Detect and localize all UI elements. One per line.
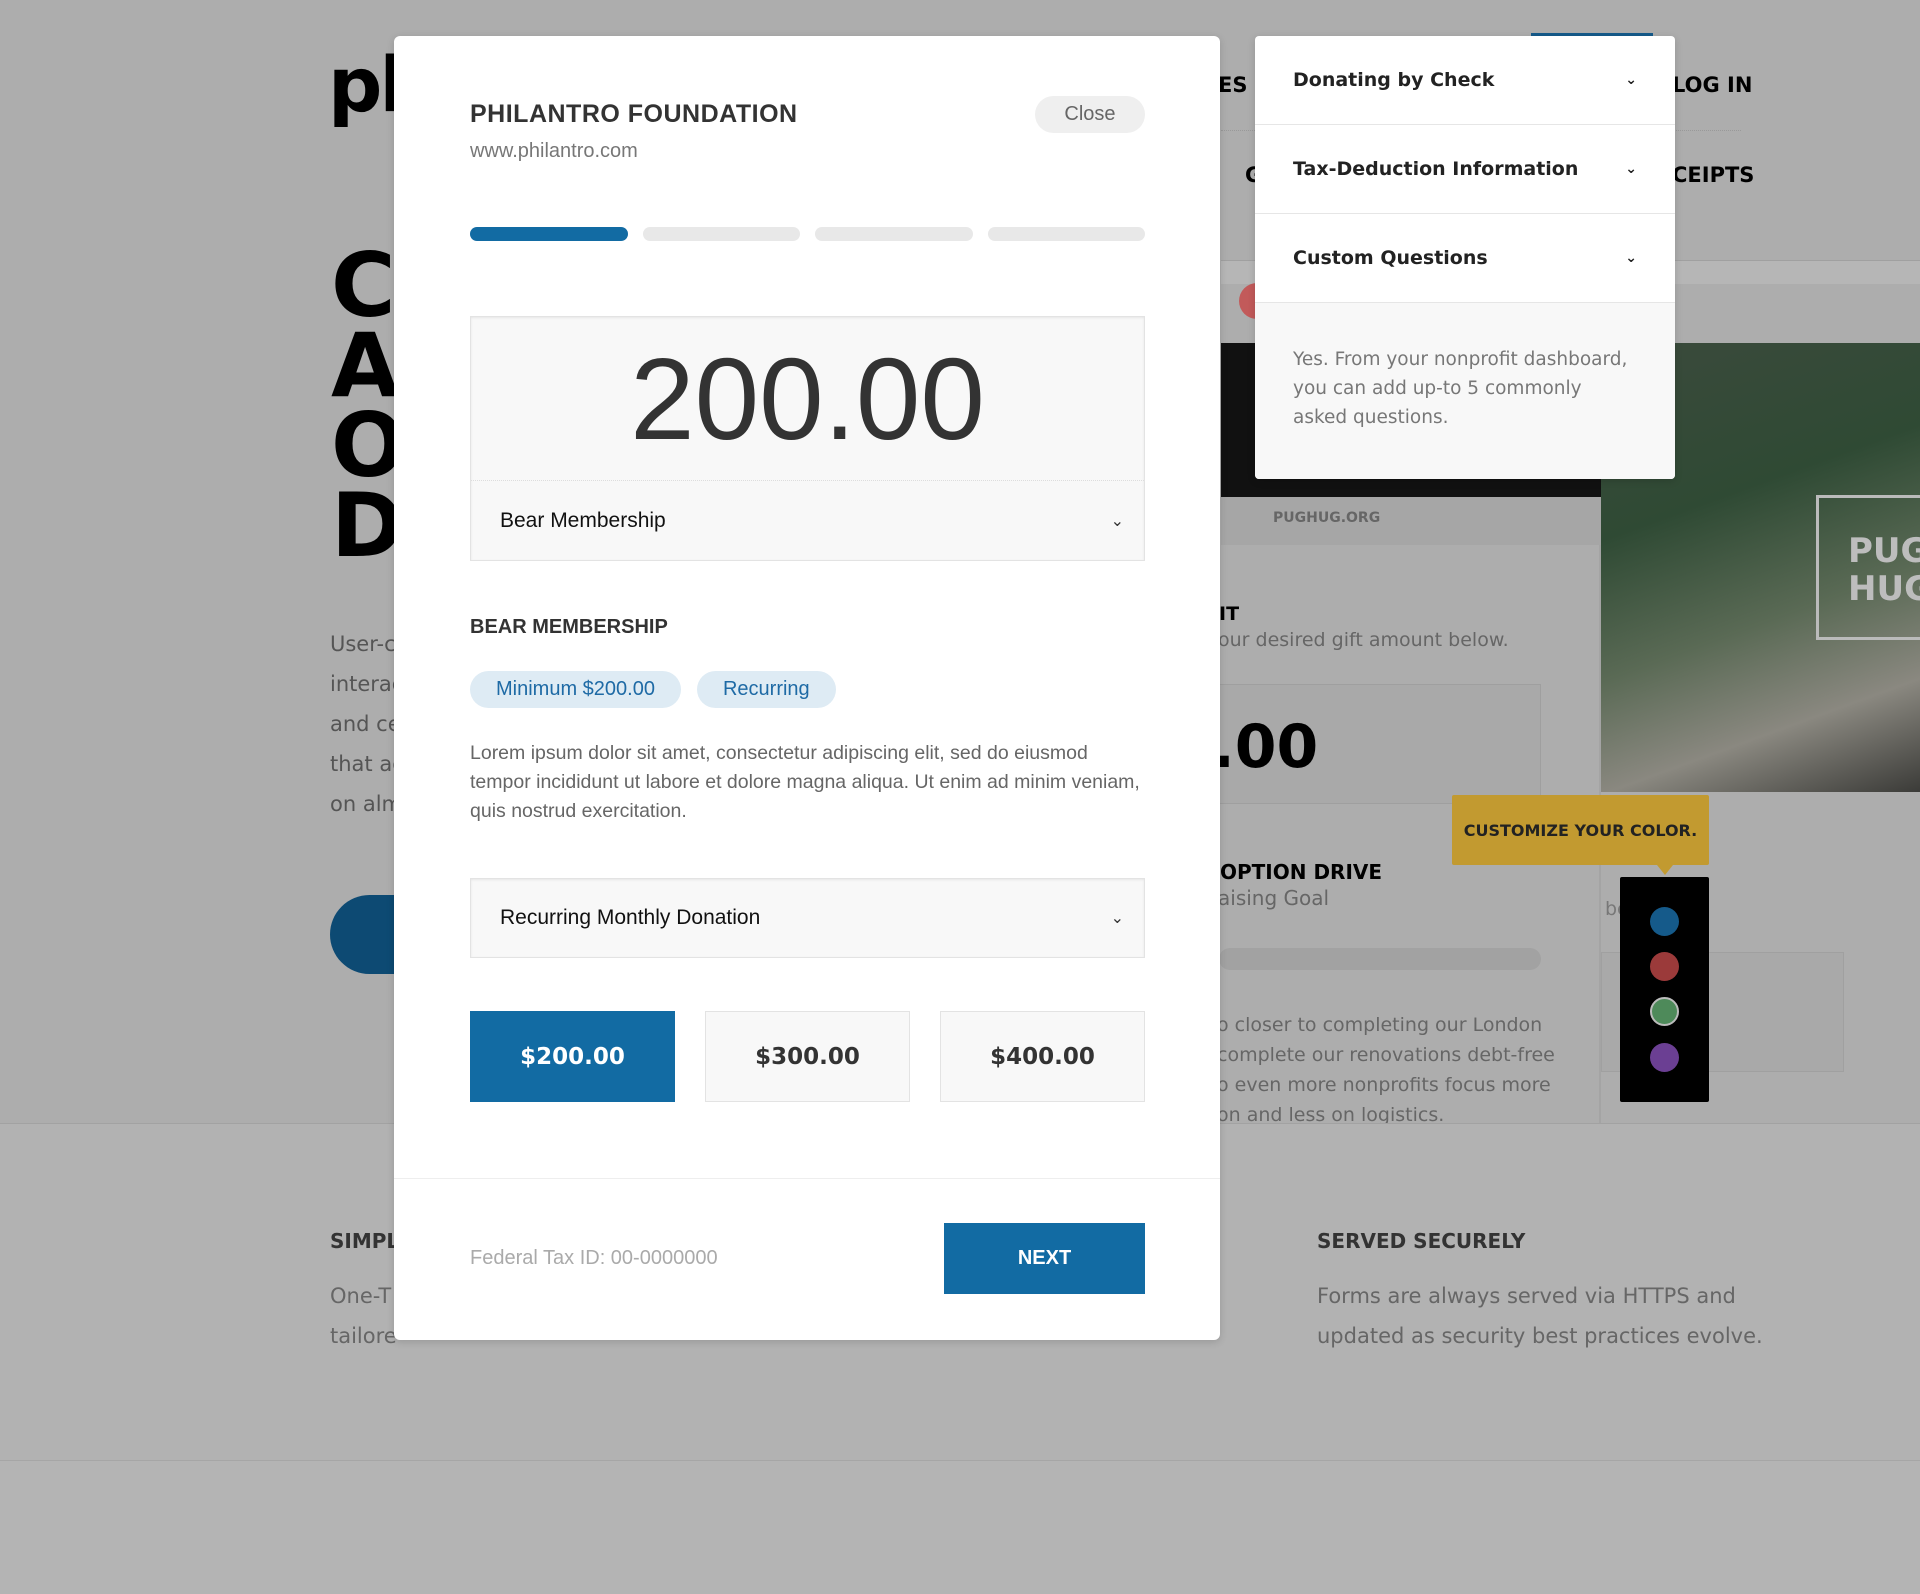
- feature-text: Forms are always served via HTTPS and up…: [1317, 1276, 1763, 1356]
- demo-site-name: PUGHUG.ORG: [1273, 510, 1381, 526]
- color-swatch-purple[interactable]: [1650, 1043, 1679, 1072]
- step-indicator: [815, 227, 973, 241]
- demo-body: o closer to completing our London comple…: [1217, 1010, 1555, 1130]
- recurring-chip: Recurring: [696, 671, 836, 708]
- amount-options: $200.00 $300.00 $400.00: [470, 1011, 1145, 1102]
- demo-drive-goal: aising Goal: [1218, 886, 1330, 910]
- close-button[interactable]: Close: [1035, 96, 1145, 133]
- feature-line: updated as security best practices evolv…: [1317, 1324, 1763, 1348]
- hero-text: User-c: [330, 632, 396, 656]
- hero-text: that ac: [330, 752, 404, 776]
- donation-modal: PHILANTRO FOUNDATION www.philantro.com C…: [394, 36, 1220, 1340]
- feature-line: One-T: [330, 1284, 392, 1308]
- hero-text: and ce: [330, 712, 401, 736]
- modal-footer-divider: [394, 1178, 1220, 1179]
- footer-section: [0, 1460, 1920, 1594]
- hero-text: interac: [330, 672, 404, 696]
- color-swatch-blue[interactable]: [1650, 907, 1679, 936]
- chevron-down-icon: ⌄: [1110, 512, 1124, 530]
- faq-item-tax-deduction[interactable]: Tax-Deduction Information ⌄: [1255, 125, 1675, 214]
- frequency-select[interactable]: Recurring Monthly Donation ⌄: [470, 878, 1145, 958]
- demo-body-line: o even more nonprofits focus more: [1217, 1074, 1551, 1096]
- demo-subheading: our desired gift amount below.: [1218, 629, 1509, 651]
- nav-receipts[interactable]: CEIPTS: [1672, 163, 1754, 187]
- step-indicator: [642, 227, 800, 241]
- faq-item-label: Custom Questions: [1293, 247, 1488, 269]
- faq-item-donating-by-check[interactable]: Donating by Check ⌄: [1255, 36, 1675, 125]
- color-swatch-red[interactable]: [1650, 952, 1679, 981]
- modal-title: PHILANTRO FOUNDATION: [470, 100, 798, 128]
- feature-text: One-T tailore: [330, 1276, 397, 1356]
- demo-body-line: complete our renovations debt-free: [1217, 1044, 1555, 1066]
- feature-title: SERVED SECURELY: [1317, 1229, 1526, 1253]
- membership-tags: Minimum $200.00 Recurring: [470, 671, 836, 708]
- membership-select-value: Bear Membership: [500, 508, 666, 532]
- demo-body-line: o closer to completing our London: [1217, 1014, 1543, 1036]
- faq-item-label: Tax-Deduction Information: [1293, 158, 1579, 180]
- amount-input[interactable]: 200.00: [471, 317, 1144, 481]
- photo-logo-line: HUG: [1848, 569, 1920, 609]
- hero-text: on alm: [330, 792, 402, 816]
- chevron-down-icon: ⌄: [1625, 72, 1637, 88]
- section-title: BEAR MEMBERSHIP: [470, 616, 668, 638]
- next-button[interactable]: NEXT: [944, 1223, 1145, 1294]
- hero-paragraph: User-c interac and ce that ac on alm: [330, 624, 404, 824]
- nav-item[interactable]: ES: [1218, 73, 1247, 97]
- amount-option-400[interactable]: $400.00: [940, 1011, 1145, 1102]
- modal-url: www.philantro.com: [470, 140, 638, 162]
- photo-logo-line: PUG: [1848, 531, 1920, 571]
- membership-description: Lorem ipsum dolor sit amet, consectetur …: [470, 742, 1140, 822]
- chevron-down-icon: ⌄: [1625, 161, 1637, 177]
- demo-heading: IT: [1219, 603, 1240, 625]
- color-palette: [1620, 877, 1709, 1102]
- photo-logo-text: PUG HUG: [1848, 532, 1920, 608]
- faq-item-custom-questions[interactable]: Custom Questions ⌄: [1255, 214, 1675, 303]
- amount-box: 200.00 Bear Membership ⌄: [470, 316, 1145, 561]
- tooltip-arrow: [1657, 865, 1673, 875]
- feature-line: Forms are always served via HTTPS and: [1317, 1284, 1736, 1308]
- color-swatch-green[interactable]: [1650, 997, 1679, 1026]
- demo-progress: [1219, 948, 1541, 970]
- amount-option-200[interactable]: $200.00: [470, 1011, 675, 1102]
- demo-drive-title: OPTION DRIVE: [1220, 860, 1383, 884]
- customize-tooltip: CUSTOMIZE YOUR COLOR.: [1452, 795, 1709, 865]
- demo-amount: .00: [1212, 712, 1319, 782]
- step-indicator: [470, 227, 628, 241]
- tax-id: Federal Tax ID: 00-0000000: [470, 1247, 718, 1269]
- chevron-down-icon: ⌄: [1110, 910, 1124, 927]
- feature-title: SIMPL: [330, 1229, 400, 1253]
- membership-select[interactable]: Bear Membership ⌄: [471, 481, 1144, 560]
- faq-answer: Yes. From your nonprofit dashboard, you …: [1255, 303, 1675, 479]
- faq-item-label: Donating by Check: [1293, 69, 1495, 91]
- faq-accordion: Donating by Check ⌄ Tax-Deduction Inform…: [1255, 36, 1675, 479]
- chevron-down-icon: ⌄: [1625, 250, 1637, 266]
- nav-login[interactable]: LOG IN: [1672, 73, 1752, 97]
- feature-line: tailore: [330, 1324, 397, 1348]
- step-progress: [470, 227, 1145, 241]
- minimum-chip: Minimum $200.00: [470, 671, 681, 708]
- amount-option-300[interactable]: $300.00: [705, 1011, 910, 1102]
- frequency-select-value: Recurring Monthly Donation: [500, 906, 761, 929]
- step-indicator: [987, 227, 1145, 241]
